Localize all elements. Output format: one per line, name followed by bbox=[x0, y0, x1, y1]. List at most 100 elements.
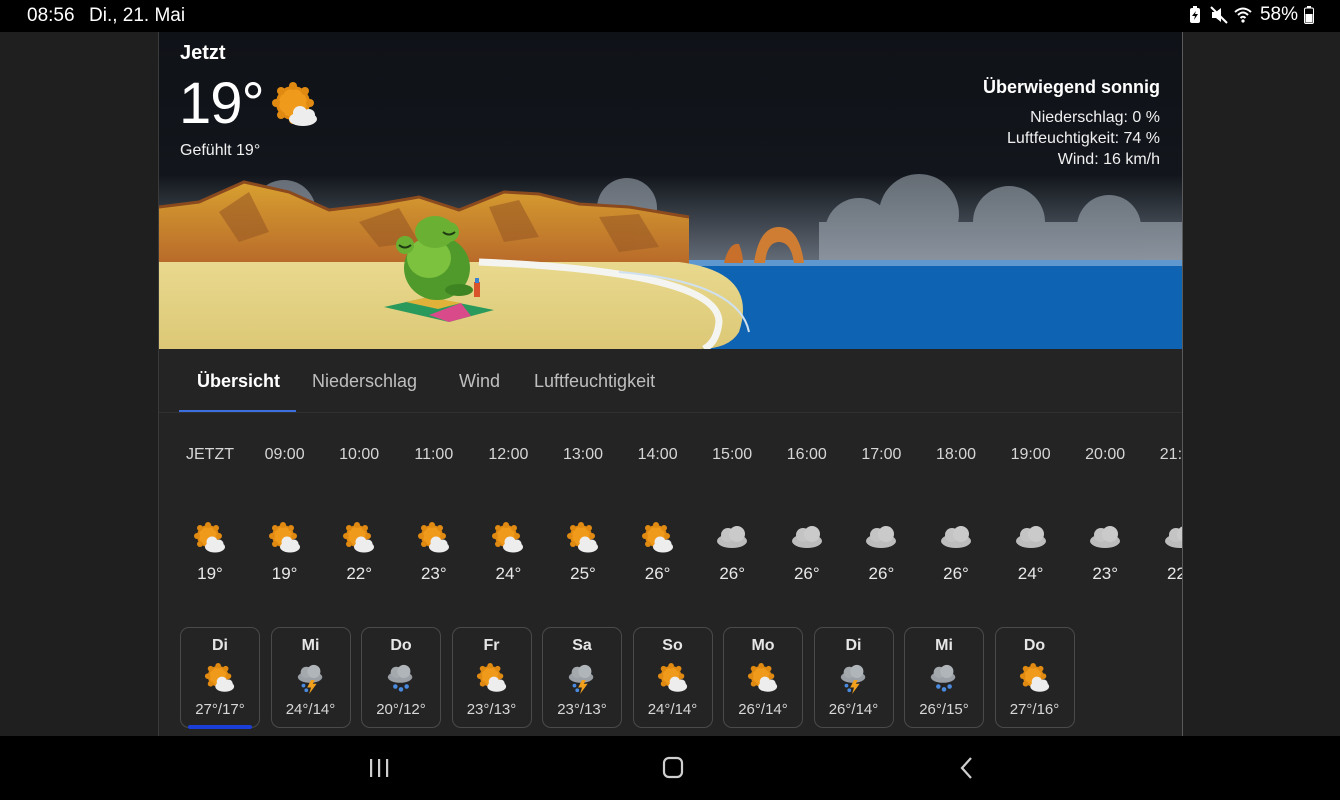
cloud-icon bbox=[715, 522, 749, 556]
hour-temp: 26° bbox=[719, 564, 746, 583]
hour-temp: 25° bbox=[570, 564, 596, 583]
day-name: Do bbox=[390, 637, 412, 654]
thunderstorm-icon bbox=[838, 663, 870, 695]
tab-bar: Übersicht Niederschlag Wind Luftfeuchtig… bbox=[159, 349, 1182, 413]
hour-label: 21:00 bbox=[1159, 446, 1182, 463]
hour-temp: 22° bbox=[346, 564, 373, 583]
hour-temp: 19° bbox=[197, 564, 223, 583]
day-name: Mi bbox=[935, 637, 953, 654]
now-label: Jetzt bbox=[180, 42, 226, 64]
daily-card-mo[interactable]: Mo 26°/14° bbox=[723, 627, 803, 728]
left-gutter bbox=[0, 32, 158, 736]
partly-sunny-icon bbox=[193, 522, 227, 556]
hour-label: 10:00 bbox=[339, 446, 380, 463]
wind-value: Wind: 16 km/h bbox=[1057, 151, 1160, 168]
cloud-icon bbox=[1163, 522, 1182, 556]
cloud-icon bbox=[864, 522, 898, 556]
tab-precipitation[interactable]: Niederschlag bbox=[312, 371, 417, 392]
status-date: Di., 21. Mai bbox=[89, 5, 186, 26]
daily-card-fr[interactable]: Fr 23°/13° bbox=[451, 627, 532, 728]
partly-sunny-icon bbox=[566, 522, 600, 556]
day-temps: 26°/14° bbox=[828, 701, 879, 718]
day-temps: 23°/13° bbox=[557, 701, 607, 718]
humidity-value: Luftfeuchtigkeit: 74 % bbox=[1007, 130, 1160, 147]
mute-icon bbox=[1210, 6, 1228, 24]
daily-card-sa[interactable]: Sa 23°/13° bbox=[542, 627, 622, 728]
day-temps: 20°/12° bbox=[376, 701, 426, 718]
daily-card-so[interactable]: So 24°/14° bbox=[632, 627, 713, 728]
hour-label: 17:00 bbox=[861, 446, 902, 463]
day-temps: 23°/13° bbox=[466, 701, 517, 718]
hour-label: 15:00 bbox=[712, 446, 753, 463]
tab-divider bbox=[159, 412, 1182, 413]
tab-humidity[interactable]: Luftfeuchtigkeit bbox=[534, 371, 655, 392]
day-name: Sa bbox=[572, 637, 592, 654]
hour-temp: 24° bbox=[495, 564, 522, 583]
hour-label: 12:00 bbox=[488, 446, 529, 463]
day-name: Di bbox=[845, 637, 862, 654]
day-temps: 24°/14° bbox=[285, 701, 336, 718]
day-name: Fr bbox=[483, 637, 500, 654]
day-temps: 24°/14° bbox=[647, 701, 698, 718]
hour-temp: 22° bbox=[1166, 564, 1182, 583]
tab-overview[interactable]: Übersicht bbox=[197, 371, 280, 392]
tab-wind[interactable]: Wind bbox=[459, 371, 500, 392]
day-temps: 26°/14° bbox=[738, 701, 788, 718]
partly-sunny-icon bbox=[342, 522, 376, 556]
status-icons: 58% bbox=[1186, 4, 1314, 26]
hour-label: 20:00 bbox=[1085, 446, 1126, 463]
rain-icon bbox=[385, 663, 417, 695]
hour-label: 11:00 bbox=[414, 446, 454, 463]
selected-day-indicator bbox=[188, 725, 252, 729]
day-name: Do bbox=[1023, 637, 1046, 654]
partly-sunny-icon bbox=[268, 522, 302, 556]
hour-temp: 26° bbox=[644, 564, 671, 583]
partly-sunny-icon bbox=[204, 663, 236, 695]
rain-icon bbox=[928, 663, 960, 695]
partly-sunny-icon bbox=[491, 522, 525, 556]
cloud-icon bbox=[1088, 522, 1122, 556]
daily-card-di[interactable]: Di 27°/17° bbox=[180, 627, 260, 729]
battery-percent: 58% bbox=[1259, 4, 1298, 25]
wifi-icon bbox=[1234, 7, 1252, 23]
feels-like: Gefühlt 19° bbox=[180, 142, 261, 159]
day-temps: 27°/17° bbox=[195, 701, 245, 718]
status-bar: 08:56 Di., 21. Mai 58% bbox=[0, 0, 1340, 32]
partly-sunny-icon bbox=[1019, 663, 1051, 695]
back-icon[interactable] bbox=[951, 754, 983, 782]
recent-apps-icon[interactable] bbox=[363, 754, 395, 782]
hour-temp: 23° bbox=[1092, 564, 1119, 583]
right-divider bbox=[1182, 32, 1183, 736]
thunderstorm-icon bbox=[295, 663, 327, 695]
cloud-icon bbox=[1014, 522, 1048, 556]
cloud-icon bbox=[939, 522, 973, 556]
hour-temp: 19° bbox=[271, 564, 298, 583]
precipitation-value: Niederschlag: 0 % bbox=[1030, 109, 1160, 126]
partly-sunny-icon bbox=[417, 522, 451, 556]
daily-forecast: Di 27°/17° Mi 24°/14° Do 20°/12° Fr 23°/13° Sa 23… bbox=[159, 626, 1182, 736]
hour-label: 16:00 bbox=[786, 446, 827, 463]
partly-sunny-icon bbox=[641, 522, 675, 556]
status-time: 08:56 bbox=[27, 5, 75, 26]
hour-temp: 26° bbox=[793, 564, 820, 583]
daily-card-do[interactable]: Do 27°/16° bbox=[994, 627, 1075, 728]
daily-card-di[interactable]: Di 26°/14° bbox=[813, 627, 894, 728]
daily-card-mi[interactable]: Mi 26°/15° bbox=[904, 627, 984, 728]
weather-panel: Jetzt 19° Gefühlt 19° Überwiegend sonnig… bbox=[159, 32, 1182, 736]
day-name: Di bbox=[212, 637, 228, 654]
partly-sunny-icon bbox=[272, 82, 317, 126]
hour-label: 19:00 bbox=[1010, 446, 1051, 463]
day-name: So bbox=[662, 637, 683, 654]
hour-label: 13:00 bbox=[562, 446, 604, 463]
daily-card-do[interactable]: Do 20°/12° bbox=[361, 627, 441, 728]
cloud-icon bbox=[790, 522, 824, 556]
battery-icon bbox=[1304, 6, 1314, 24]
hourly-forecast[interactable]: JETZT 19° 09:00 19° 10:00 22° 11:00 23° 12:00 24°… bbox=[159, 414, 1182, 624]
condition-text: Überwiegend sonnig bbox=[982, 77, 1160, 97]
partly-sunny-icon bbox=[476, 663, 508, 695]
partly-sunny-icon bbox=[657, 663, 689, 695]
navigation-bar bbox=[0, 736, 1340, 800]
daily-card-mi[interactable]: Mi 24°/14° bbox=[270, 627, 351, 728]
battery-saver-icon bbox=[1189, 6, 1200, 23]
home-icon[interactable] bbox=[657, 754, 689, 782]
